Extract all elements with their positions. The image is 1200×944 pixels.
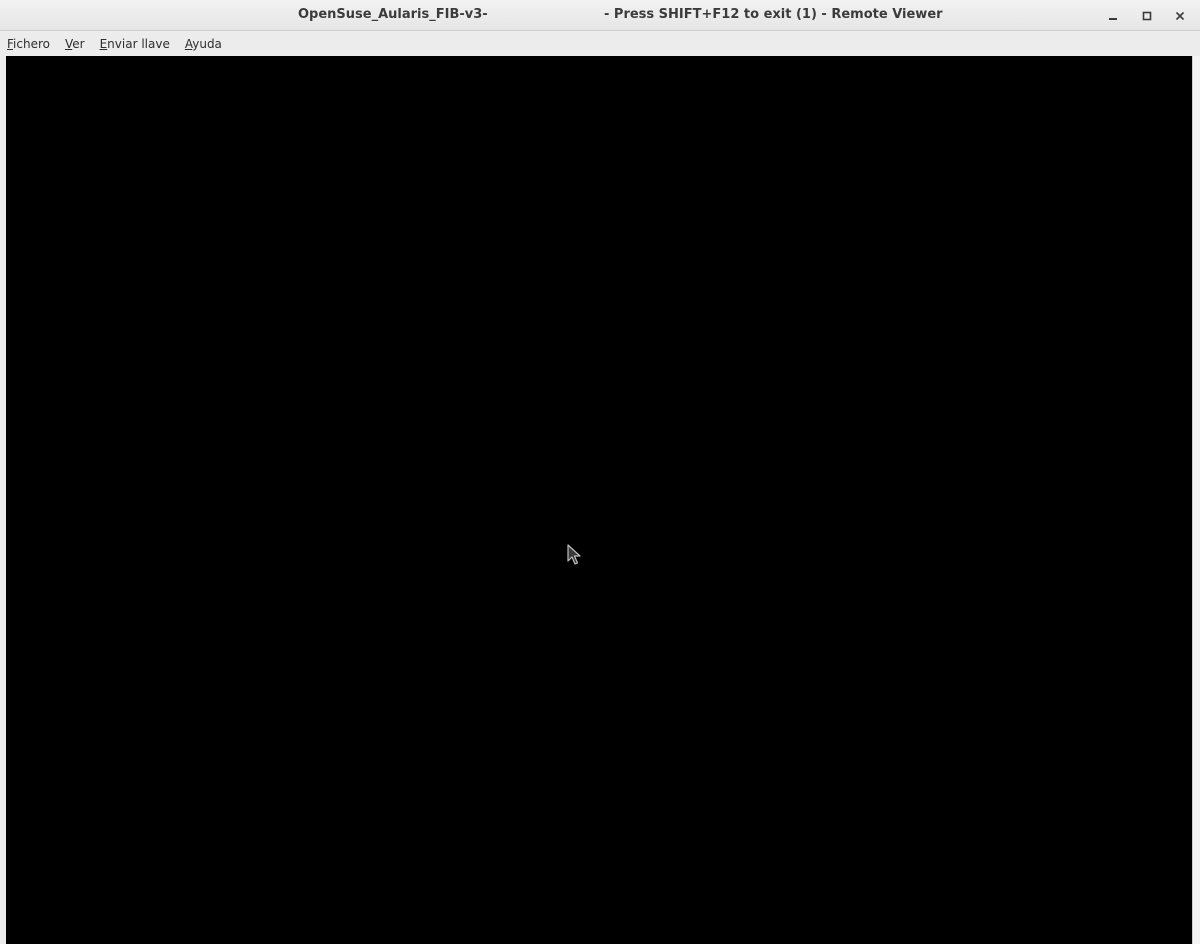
menu-fichero-label: ichero (13, 37, 50, 51)
title-bar[interactable]: OpenSuse_Aularis_FIB-v3- - Press SHIFT+F… (0, 0, 1200, 31)
minimize-icon (1109, 18, 1117, 20)
menu-enviar-llave[interactable]: Enviar llave (100, 37, 170, 51)
menu-enviar-llave-label: nviar llave (107, 37, 170, 51)
close-button[interactable] (1170, 6, 1190, 26)
window-title-vm-name: OpenSuse_Aularis_FIB-v3- (298, 7, 488, 22)
remote-display-viewport[interactable] (6, 56, 1192, 944)
menu-ayuda[interactable]: Ayuda (185, 37, 222, 51)
menu-ver[interactable]: Ver (65, 37, 85, 51)
menu-fichero[interactable]: Fichero (7, 37, 50, 51)
mouse-pointer-icon (567, 544, 581, 565)
maximize-icon (1142, 11, 1152, 21)
close-icon (1175, 11, 1185, 21)
remote-viewer-window: OpenSuse_Aularis_FIB-v3- - Press SHIFT+F… (0, 0, 1200, 944)
menu-bar: Fichero Ver Enviar llave Ayuda (0, 32, 1200, 56)
maximize-button[interactable] (1137, 6, 1157, 26)
minimize-button[interactable] (1103, 6, 1123, 26)
menu-ver-label: er (72, 37, 85, 51)
menu-ayuda-label: yuda (192, 37, 222, 51)
window-title-app-name: - Press SHIFT+F12 to exit (1) - Remote V… (604, 7, 943, 22)
window-right-edge (1192, 56, 1200, 944)
